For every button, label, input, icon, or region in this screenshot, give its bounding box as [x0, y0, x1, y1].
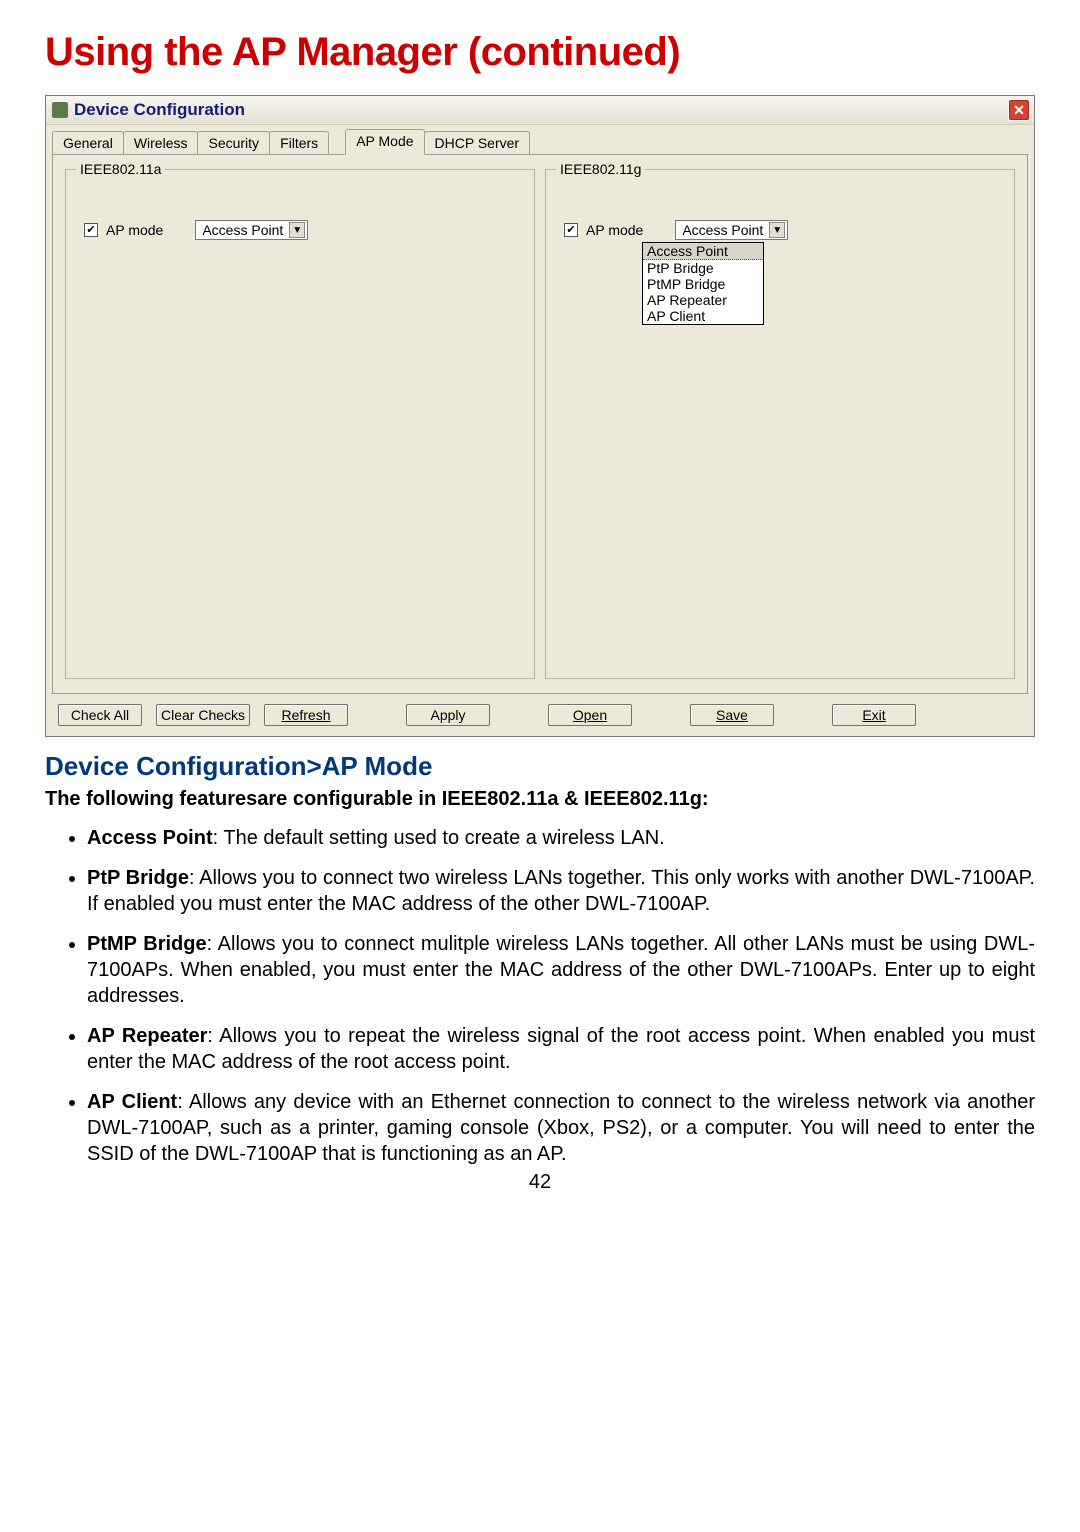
feature-list: Access Point: The default setting used t… [45, 825, 1035, 1167]
section-title: Device Configuration>AP Mode [45, 751, 1035, 782]
group-80211a: IEEE802.11a ✔ AP mode Access Point ▼ [65, 169, 535, 679]
list-item: AP Client: Allows any device with an Eth… [87, 1089, 1035, 1167]
tab-ap-mode[interactable]: AP Mode [345, 129, 424, 155]
list-item[interactable]: PtMP Bridge [643, 276, 763, 292]
list-item: PtP Bridge: Allows you to connect two wi… [87, 865, 1035, 917]
tab-strip: General Wireless Security Filters AP Mod… [46, 125, 1034, 154]
list-item[interactable]: Access Point [643, 243, 763, 260]
ap-mode-a-combo-value: Access Point [202, 222, 283, 238]
tab-spacer [328, 148, 346, 154]
tab-general[interactable]: General [52, 131, 124, 154]
list-item: AP Repeater: Allows you to repeat the wi… [87, 1023, 1035, 1075]
page-title: Using the AP Manager (continued) [45, 30, 1035, 75]
ap-mode-g-checkbox[interactable]: ✔ [564, 223, 578, 237]
button-row: Check All Clear Checks Refresh Apply Ope… [46, 694, 1034, 730]
tab-filters[interactable]: Filters [269, 131, 329, 154]
chevron-down-icon: ▼ [289, 222, 305, 238]
exit-button[interactable]: Exit [832, 704, 916, 726]
apply-button[interactable]: Apply [406, 704, 490, 726]
close-icon[interactable]: ✕ [1008, 99, 1030, 121]
list-item[interactable]: AP Client [643, 308, 763, 324]
tab-wireless[interactable]: Wireless [123, 131, 199, 154]
refresh-button[interactable]: Refresh [264, 704, 348, 726]
save-button[interactable]: Save [690, 704, 774, 726]
intro-line: The following featuresare configurable i… [45, 788, 1035, 811]
list-item[interactable]: AP Repeater [643, 292, 763, 308]
device-config-window: Device Configuration ✕ General Wireless … [45, 95, 1035, 737]
group-legend-a: IEEE802.11a [76, 161, 165, 177]
open-button[interactable]: Open [548, 704, 632, 726]
group-legend-g: IEEE802.11g [556, 161, 645, 177]
chevron-down-icon: ▼ [769, 222, 785, 238]
window-title: Device Configuration [74, 100, 245, 120]
tab-dhcp-server[interactable]: DHCP Server [424, 131, 531, 154]
clear-checks-button[interactable]: Clear Checks [156, 704, 250, 726]
list-item: PtMP Bridge: Allows you to connect mulit… [87, 931, 1035, 1009]
ap-mode-g-listbox[interactable]: Access Point PtP Bridge PtMP Bridge AP R… [642, 242, 764, 325]
ap-mode-a-label: AP mode [106, 222, 163, 238]
page-number: 42 [45, 1171, 1035, 1194]
ap-mode-g-combo-value: Access Point [682, 222, 763, 238]
list-item: Access Point: The default setting used t… [87, 825, 1035, 851]
app-icon [52, 102, 68, 118]
ap-mode-a-checkbox[interactable]: ✔ [84, 223, 98, 237]
check-all-button[interactable]: Check All [58, 704, 142, 726]
titlebar: Device Configuration ✕ [46, 96, 1034, 125]
tab-panel: IEEE802.11a ✔ AP mode Access Point ▼ IEE… [52, 154, 1028, 694]
tab-security[interactable]: Security [197, 131, 270, 154]
group-80211g: IEEE802.11g ✔ AP mode Access Point ▼ Acc… [545, 169, 1015, 679]
ap-mode-a-combo[interactable]: Access Point ▼ [195, 220, 308, 240]
ap-mode-g-label: AP mode [586, 222, 643, 238]
ap-mode-g-combo[interactable]: Access Point ▼ [675, 220, 788, 240]
list-item[interactable]: PtP Bridge [643, 260, 763, 276]
